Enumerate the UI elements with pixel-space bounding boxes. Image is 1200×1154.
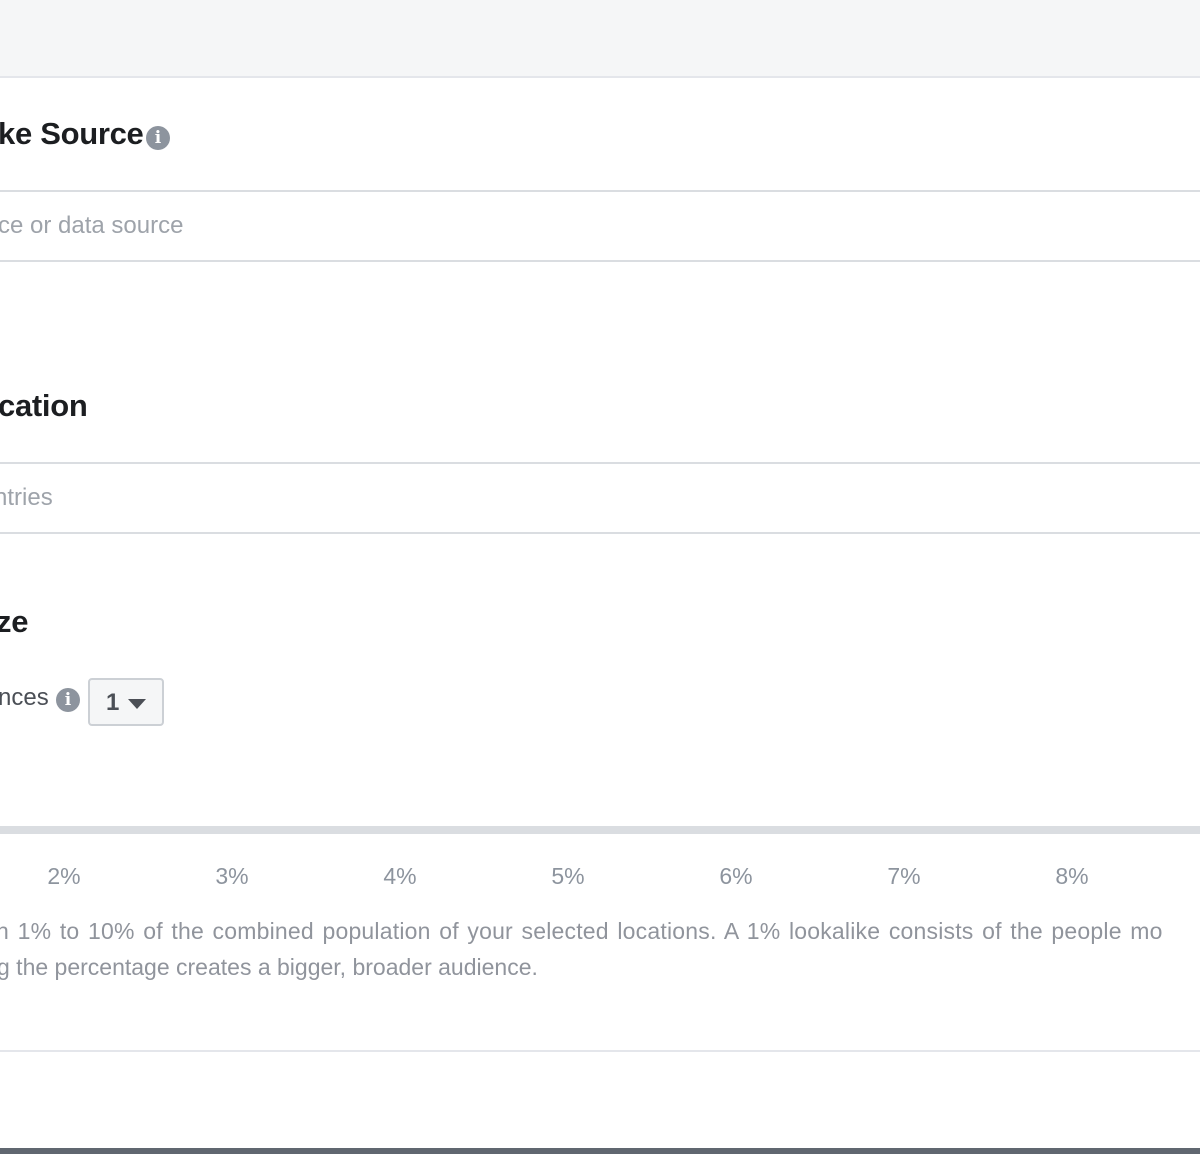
audience-size-heading: ze: [0, 604, 28, 640]
audience-size-slider[interactable]: [0, 826, 1200, 834]
slider-tick-label: 6%: [719, 863, 753, 889]
slider-tick-label: 4%: [383, 863, 417, 889]
number-of-audiences-label: nces: [0, 684, 49, 711]
slider-tick-label: 7%: [887, 863, 921, 889]
audience-size-heading-text: ze: [0, 604, 29, 639]
footer-bar: [0, 1148, 1200, 1154]
audience-count-value: 1: [106, 689, 120, 716]
slider-tick-label: 2%: [47, 863, 81, 889]
audience-size-description-line-1: n 1% to 10% of the combined population o…: [0, 918, 1163, 944]
location-input[interactable]: ntries: [0, 462, 1200, 534]
source-input-placeholder: ce or data source: [0, 212, 184, 239]
info-icon[interactable]: i: [146, 126, 170, 150]
top-bar: [0, 0, 1200, 78]
info-icon[interactable]: i: [56, 688, 80, 712]
audience-size-description-line-2: g the percentage creates a bigger, broad…: [0, 954, 538, 980]
slider-tick-label: 8%: [1055, 863, 1089, 889]
location-heading: cation: [0, 388, 88, 424]
audience-count-select[interactable]: 1: [88, 678, 164, 726]
slider-tick-label: 5%: [551, 863, 585, 889]
slider-tick-label: 3%: [215, 863, 249, 889]
location-input-placeholder: ntries: [0, 484, 53, 511]
location-heading-text: cation: [0, 388, 88, 423]
source-input[interactable]: ce or data source: [0, 190, 1200, 262]
lookalike-source-heading-text: ke Source: [0, 116, 144, 151]
section-divider: [0, 1050, 1200, 1052]
lookalike-source-heading: ke Source: [0, 116, 144, 152]
caret-down-icon: [128, 699, 146, 709]
